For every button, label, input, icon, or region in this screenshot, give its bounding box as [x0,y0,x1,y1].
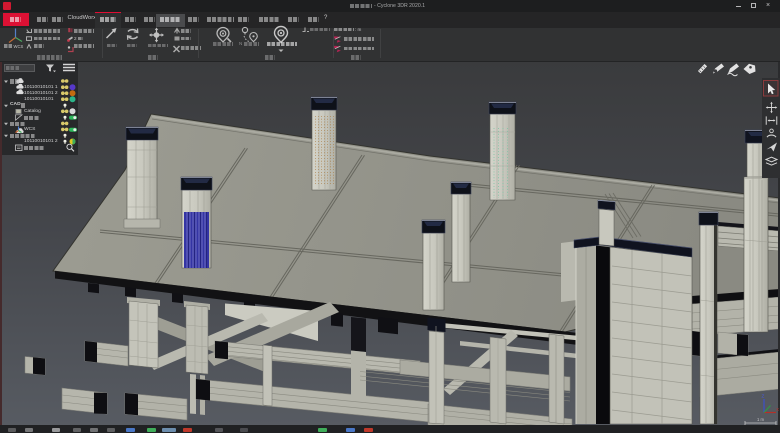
svg-text:X: X [776,407,779,412]
svg-text:1 m: 1 m [757,417,764,422]
svg-text:Z: Z [762,394,765,399]
